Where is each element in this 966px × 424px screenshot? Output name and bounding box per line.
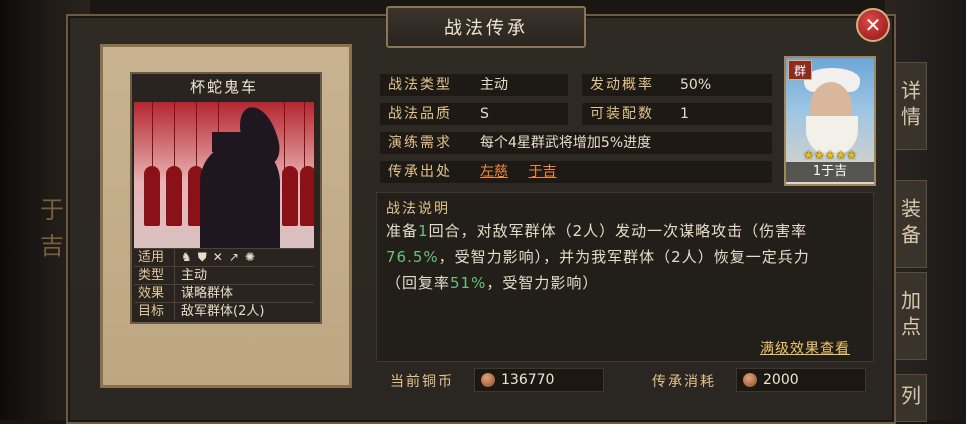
hero-name: 1于吉 (786, 162, 874, 182)
skill-artwork (134, 102, 314, 248)
source-link-zuoci[interactable]: 左慈 (480, 164, 508, 180)
copper-coin-icon (481, 373, 495, 387)
cost-field: 2000 (736, 368, 866, 392)
description-title: 战法说明 (386, 201, 450, 217)
attr-key: 效果 (134, 285, 175, 302)
description-text: 准备1回合，对敌军群体（2人）发动一次谋略攻击（伤害率 76.5%，受智力影响）… (386, 222, 810, 292)
cost-value: 2000 (763, 372, 799, 388)
tab-equipment[interactable]: 装备 (893, 180, 927, 268)
attr-row-effect: 效果 谋略群体 (134, 284, 314, 302)
train-value: 每个4星群武将增加5%进度 (472, 132, 772, 154)
archer-icon: ✕ (212, 250, 223, 264)
faction-badge: 群 (788, 60, 812, 80)
slots-label: 可装配数 (582, 103, 674, 125)
rate-label: 发动概率 (582, 74, 674, 96)
attr-value: 主动 (181, 268, 208, 283)
side-hero-letter: 吉 (40, 232, 64, 260)
close-icon[interactable]: ✕ (856, 8, 890, 42)
tab-details[interactable]: 详情 (893, 62, 927, 150)
attr-row-type: 类型 主动 (134, 266, 314, 284)
attr-value: 谋略群体 (181, 286, 234, 301)
attr-row-units: 适用 ♞ ⛊ ✕ ↗ ✺ (134, 248, 314, 266)
attr-key: 类型 (134, 267, 175, 284)
max-level-effect-link[interactable]: 满级效果查看 (760, 338, 850, 358)
train-label: 演练需求 (380, 132, 472, 154)
star-rating: ★★★★★ (803, 148, 857, 162)
source-label: 传承出处 (380, 161, 472, 183)
copper-field: 136770 (474, 368, 604, 392)
attr-value: 敌军群体(2人) (181, 304, 265, 319)
hero-portrait[interactable]: 群 ★★★★★ 1于吉 (784, 56, 876, 186)
skill-attributes: 适用 ♞ ⛊ ✕ ↗ ✺ 类型 主动 效果 谋略群体 目标 敌军群体(2人) (134, 248, 314, 320)
tab-list[interactable]: 列 (893, 374, 927, 422)
copper-coin-icon (743, 373, 757, 387)
attr-key: 适用 (134, 249, 175, 266)
spear-icon: ↗ (228, 250, 239, 264)
side-hero-letter: 于 (40, 196, 64, 224)
panel-title: 战法传承 (386, 6, 586, 48)
copper-value: 136770 (501, 372, 555, 388)
cost-label: 传承消耗 (652, 374, 716, 390)
chariot-icon: ✺ (244, 250, 255, 264)
slots-value: 1 (672, 103, 772, 125)
copper-label: 当前铜币 (390, 374, 454, 390)
quality-value: S (472, 103, 568, 125)
quality-label: 战法品质 (380, 103, 472, 125)
shield-icon: ⛊ (197, 250, 207, 264)
skill-name: 杯蛇鬼车 (189, 78, 258, 96)
attr-row-target: 目标 敌军群体(2人) (134, 302, 314, 320)
type-label: 战法类型 (380, 74, 472, 96)
source-link-yuji[interactable]: 于吉 (528, 164, 556, 180)
rate-value: 50% (672, 74, 772, 96)
tab-add-points[interactable]: 加点 (893, 272, 927, 360)
source-values: 左慈 于吉 (472, 161, 772, 183)
attr-key: 目标 (134, 303, 175, 320)
cavalry-icon: ♞ (181, 250, 192, 264)
type-value: 主动 (472, 74, 568, 96)
